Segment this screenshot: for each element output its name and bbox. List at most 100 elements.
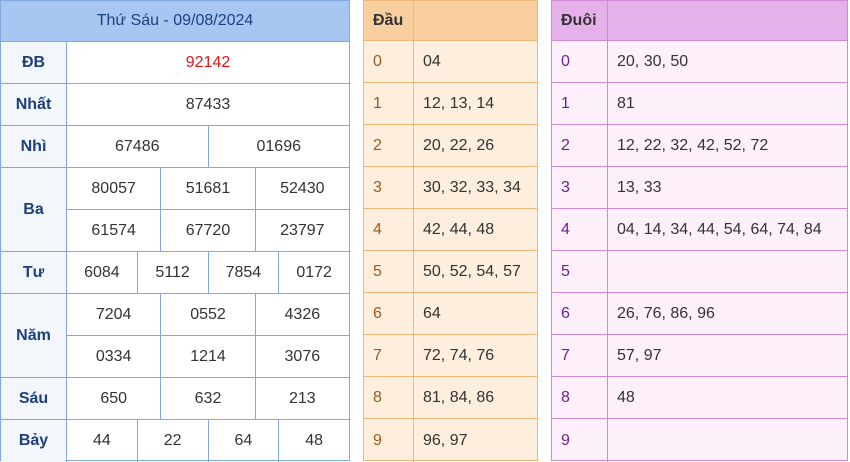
duoi-values	[608, 419, 847, 462]
prize-row: Sáu 650 632 213	[1, 378, 349, 420]
prize-number: 650	[100, 389, 128, 407]
duoi-row: 6 26, 76, 86, 96	[552, 293, 847, 335]
duoi-body: 0 20, 30, 50 1 81 2 12, 22, 32, 42, 52, 72 3 13…	[552, 41, 847, 462]
prize-row: Tư 6084 5112 7854 0172	[1, 252, 349, 294]
duoi-values: 20, 30, 50	[617, 52, 689, 70]
prize-number: 632	[160, 378, 254, 419]
duoi-row: 2 12, 22, 32, 42, 52, 72	[552, 125, 847, 167]
results-body: ĐB 92142 Nhất 87433 Nhì 67486 01696 Ba 80057 5168…	[1, 42, 349, 462]
duoi-header-blank	[608, 1, 847, 40]
prize-number: 213	[254, 378, 349, 419]
prize-label: Tư	[1, 252, 67, 293]
prize-label: Nhì	[1, 126, 67, 167]
duoi-digit: 5	[552, 251, 608, 292]
prize-label: Nhất	[1, 84, 67, 125]
duoi-values: 04, 14, 34, 44, 54, 64, 74, 84	[617, 220, 822, 238]
dau-values: 50, 52, 54, 57	[423, 262, 521, 280]
prize-number: 6084	[84, 263, 120, 281]
prize-number: 7854	[207, 252, 279, 293]
duoi-values	[608, 251, 847, 292]
dau-header-blank	[414, 1, 537, 40]
duoi-values: 57, 97	[617, 346, 662, 364]
prize-number: 4326	[254, 294, 349, 335]
prize-line: 7204 0552 4326	[67, 294, 349, 335]
dau-digit: 9	[364, 419, 414, 462]
duoi-values: 26, 76, 86, 96	[617, 304, 715, 322]
duoi-digit: 1	[552, 83, 608, 124]
dau-digit: 1	[364, 83, 414, 124]
duoi-row: 8 48	[552, 377, 847, 419]
prize-line: 0334 1214 3076	[67, 335, 349, 377]
dau-digit: 2	[364, 125, 414, 166]
prize-numbers: 87433	[67, 84, 349, 125]
dau-header: Đầu	[364, 1, 414, 40]
prize-row: Năm 7204 0552 4326 0334 1214 3076	[1, 294, 349, 378]
prize-numbers: 7204 0552 4326 0334 1214 3076	[67, 294, 349, 377]
dau-values: 04	[423, 52, 441, 70]
duoi-table: Đuôi 0 20, 30, 50 1 81 2 12, 22, 32, 42, 52, …	[551, 0, 848, 462]
prize-number: 67720	[160, 210, 254, 251]
prize-number: 01696	[207, 126, 350, 167]
duoi-row: 1 81	[552, 83, 847, 125]
dau-body: 0 04 1 12, 13, 14 2 20, 22, 26 3 30, 32, 33, 34…	[364, 41, 537, 462]
dau-row: 8 81, 84, 86	[364, 377, 537, 419]
duoi-header: Đuôi	[552, 1, 608, 40]
prize-number: 61574	[91, 221, 136, 239]
duoi-digit: 4	[552, 209, 608, 250]
duoi-values: 12, 22, 32, 42, 52, 72	[617, 136, 769, 154]
prize-number: 48	[278, 420, 349, 462]
dau-table: Đầu 0 04 1 12, 13, 14 2 20, 22, 26 3 30, 32, 33…	[363, 0, 538, 462]
results-table: Thứ Sáu - 09/08/2024 ĐB 92142 Nhất 87433 Nhì…	[0, 0, 350, 462]
dau-row: 4 42, 44, 48	[364, 209, 537, 251]
dau-row: 0 04	[364, 41, 537, 83]
duoi-values: 48	[617, 388, 635, 406]
prize-numbers: 67486 01696	[67, 126, 349, 167]
prize-numbers: 92142	[67, 42, 349, 83]
prize-numbers: 80057 51681 52430 61574 67720 23797	[67, 168, 349, 251]
prize-number: 0552	[160, 294, 254, 335]
prize-numbers: 6084 5112 7854 0172	[67, 252, 349, 293]
dau-row: 9 96, 97	[364, 419, 537, 462]
prize-number: 64	[207, 420, 279, 462]
prize-number: 3076	[254, 336, 349, 377]
prize-number: 0334	[95, 347, 132, 365]
dau-row: 5 50, 52, 54, 57	[364, 251, 537, 293]
prize-line: 44 22 64 48	[67, 420, 349, 462]
prize-number: 44	[92, 432, 111, 449]
dau-values: 20, 22, 26	[423, 136, 495, 154]
prize-number: 1214	[160, 336, 254, 377]
duoi-digit: 9	[552, 419, 608, 462]
prize-label: ĐB	[1, 42, 67, 83]
duoi-digit: 0	[552, 41, 608, 82]
prize-line: 650 632 213	[67, 378, 349, 419]
prize-number: 5112	[136, 252, 208, 293]
results-title: Thứ Sáu - 09/08/2024	[1, 1, 349, 42]
duoi-digit: 7	[552, 335, 608, 376]
prize-row: ĐB 92142	[1, 42, 349, 84]
duoi-row: 7 57, 97	[552, 335, 847, 377]
dau-digit: 7	[364, 335, 414, 376]
prize-number: 67486	[115, 137, 160, 155]
prize-line: 67486 01696	[67, 126, 349, 167]
prize-number: 22	[136, 420, 208, 462]
prize-label: Ba	[1, 168, 67, 251]
prize-label: Bảy	[1, 420, 67, 462]
prize-line: 80057 51681 52430	[67, 168, 349, 209]
prize-number: 51681	[160, 168, 254, 209]
duoi-row: 3 13, 33	[552, 167, 847, 209]
duoi-digit: 2	[552, 125, 608, 166]
dau-row: 7 72, 74, 76	[364, 335, 537, 377]
prize-label: Năm	[1, 294, 67, 377]
prize-number: 7204	[95, 305, 132, 323]
prize-row: Ba 80057 51681 52430 61574 67720 23797	[1, 168, 349, 252]
prize-line: 87433	[67, 84, 349, 125]
special-prize-number: 92142	[185, 53, 231, 71]
prize-numbers: 44 22 64 48	[67, 420, 349, 462]
dau-digit: 6	[364, 293, 414, 334]
prize-line: 6084 5112 7854 0172	[67, 252, 349, 293]
dau-values: 72, 74, 76	[423, 346, 495, 364]
duoi-values: 13, 33	[617, 178, 662, 196]
prize-row: Bảy 44 22 64 48	[1, 420, 349, 462]
prize-number: 23797	[254, 210, 349, 251]
dau-values: 96, 97	[423, 431, 468, 449]
